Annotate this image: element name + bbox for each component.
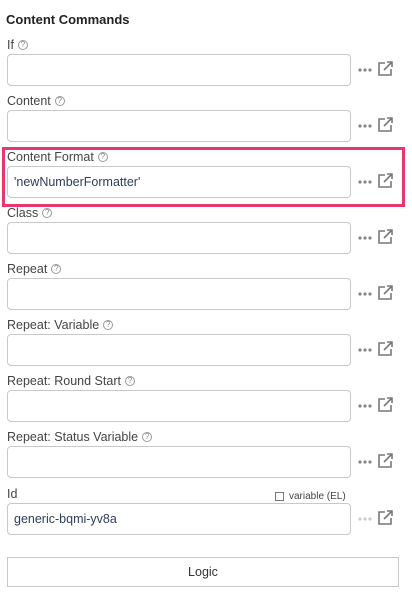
external-link-icon[interactable] (376, 340, 394, 358)
content-format-input[interactable] (7, 166, 351, 198)
more-options-icon[interactable] (357, 342, 373, 358)
variable-el-label: variable (EL) (289, 491, 346, 502)
more-options-icon (357, 511, 373, 527)
help-icon[interactable]: ? (103, 320, 114, 330)
external-link-icon[interactable] (376, 172, 394, 190)
external-link-icon[interactable] (376, 452, 394, 470)
repeat-variable-input[interactable] (7, 334, 351, 366)
field-repeat-variable: Repeat: Variable? (0, 318, 412, 374)
field-label: Content (7, 94, 51, 108)
external-link-icon[interactable] (376, 228, 394, 246)
field-if: If? (0, 38, 412, 94)
field-id: Id (0, 487, 412, 543)
field-label: Repeat: Status Variable (7, 430, 139, 444)
field-label: If (7, 38, 14, 52)
section-title: Content Commands (6, 12, 130, 27)
field-repeat: Repeat? (0, 262, 412, 318)
field-label: Id (7, 487, 18, 501)
external-link-icon[interactable] (376, 60, 394, 78)
more-options-icon[interactable] (357, 62, 373, 78)
field-label: Content Format (7, 150, 94, 164)
field-label: Repeat: Round Start (7, 374, 121, 388)
field-repeat-round-start: Repeat: Round Start? (0, 374, 412, 430)
field-label: Repeat (7, 262, 48, 276)
more-options-icon[interactable] (357, 398, 373, 414)
variable-el-toggle[interactable]: variable (EL) (275, 491, 346, 502)
help-icon[interactable]: ? (97, 152, 108, 162)
external-link-icon[interactable] (376, 509, 394, 527)
class-input[interactable] (7, 222, 351, 254)
help-icon[interactable]: ? (142, 432, 153, 442)
repeat-status-variable-input[interactable] (7, 446, 351, 478)
variable-el-checkbox[interactable] (275, 492, 284, 501)
external-link-icon[interactable] (376, 116, 394, 134)
external-link-icon[interactable] (376, 284, 394, 302)
id-input[interactable] (7, 503, 351, 535)
if-input[interactable] (7, 54, 351, 86)
field-label: Repeat: Variable (7, 318, 100, 332)
field-content-format: Content Format? (0, 150, 412, 206)
help-icon[interactable]: ? (51, 264, 62, 274)
logic-button[interactable]: Logic (7, 557, 399, 587)
more-options-icon[interactable] (357, 118, 373, 134)
field-content: Content? (0, 94, 412, 150)
repeat-input[interactable] (7, 278, 351, 310)
more-options-icon[interactable] (357, 454, 373, 470)
field-repeat-status-variable: Repeat: Status Variable? (0, 430, 412, 486)
repeat-round-start-input[interactable] (7, 390, 351, 422)
more-options-icon[interactable] (357, 174, 373, 190)
help-icon[interactable]: ? (17, 40, 28, 50)
help-icon[interactable]: ? (54, 96, 65, 106)
external-link-icon[interactable] (376, 396, 394, 414)
content-input[interactable] (7, 110, 351, 142)
more-options-icon[interactable] (357, 230, 373, 246)
help-icon[interactable]: ? (124, 376, 135, 386)
more-options-icon[interactable] (357, 286, 373, 302)
field-class: Class? (0, 206, 412, 262)
help-icon[interactable]: ? (42, 208, 53, 218)
field-label: Class (7, 206, 39, 220)
